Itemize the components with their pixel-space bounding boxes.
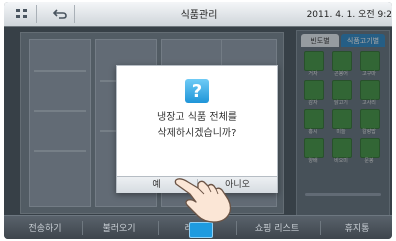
back-arrow-icon [53,9,67,19]
datetime-display: 2011. 4. 1. 오전 9:2 [306,10,392,20]
nav-trash[interactable]: 휴지통 [324,221,390,234]
menu-button[interactable] [8,5,37,23]
top-bar: 식품관리 2011. 4. 1. 오전 9:2 [4,2,392,27]
dialog-message: 냉장고 식품 전체를 삭제하시겠습니까? [117,110,277,142]
pointing-hand-icon [174,178,232,223]
nav-divider [158,221,159,235]
nav-shopping-list[interactable]: 쇼핑 리스트 [244,221,310,234]
nav-send[interactable]: 전송하기 [12,221,78,234]
nav-divider [320,221,321,235]
back-button[interactable] [46,5,75,23]
nav-divider [236,221,237,235]
nav-load[interactable]: 불러오기 [86,221,152,234]
dialog-message-line2: 삭제하시겠습니까? [157,128,237,139]
dialog-message-line1: 냉장고 식품 전체를 [157,112,237,123]
app-screen: 식품관리 2011. 4. 1. 오전 9:2 빈도별 식품고기별 거자 곤봉어… [4,2,392,239]
page-title: 식품관리 [180,10,218,21]
nav-divider [82,221,83,235]
question-icon: ? [185,79,209,103]
active-indicator [189,222,213,238]
grid-menu-icon [16,9,27,18]
